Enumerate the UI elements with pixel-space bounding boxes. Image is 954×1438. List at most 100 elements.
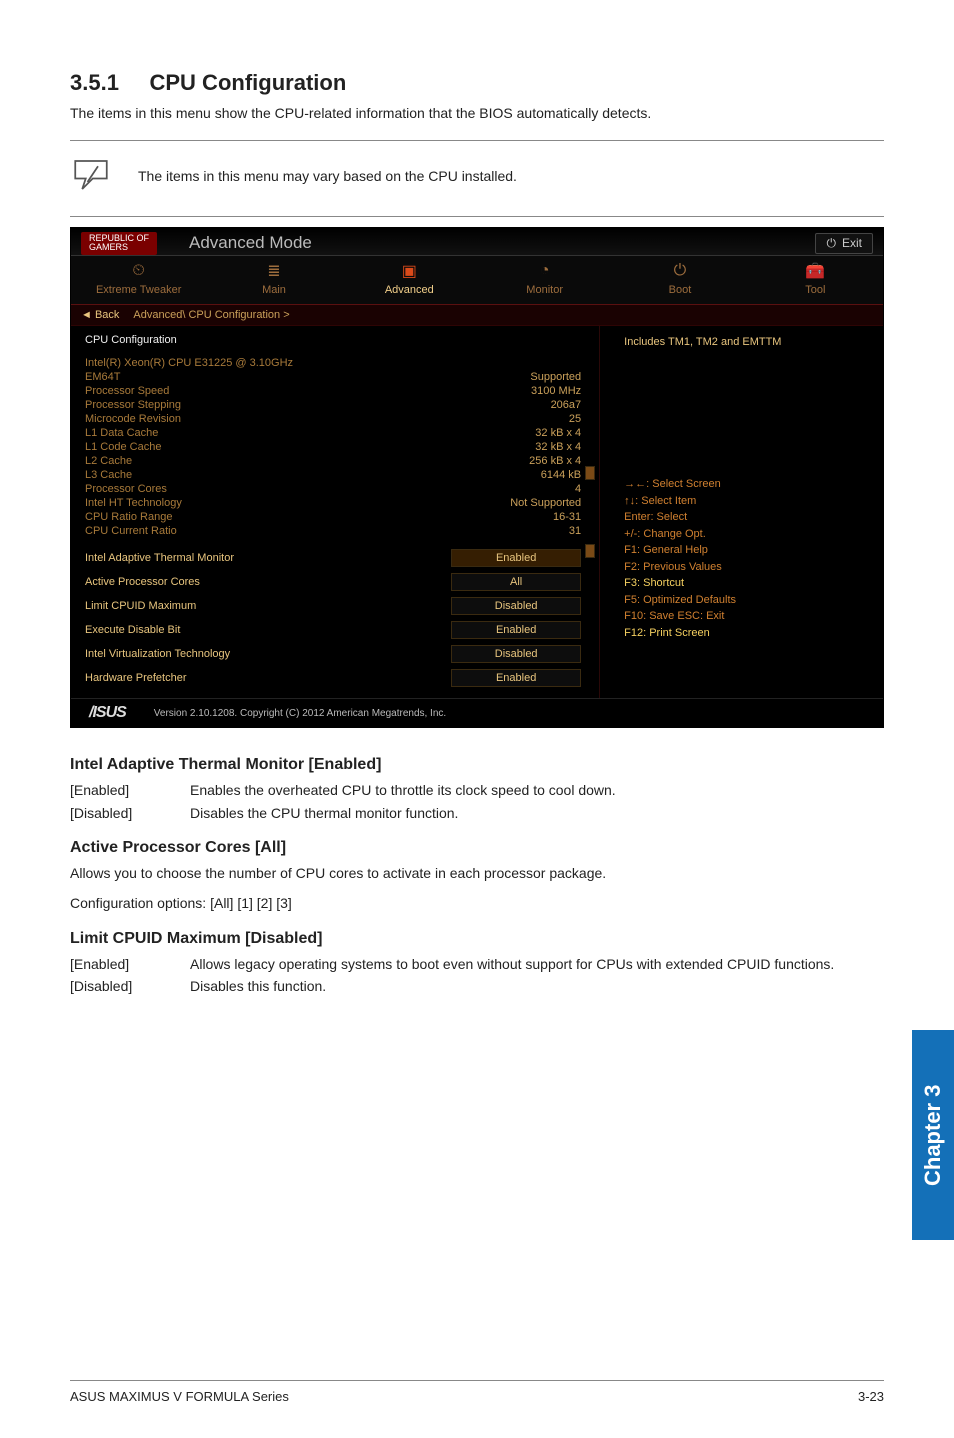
option-value[interactable]: Enabled [451, 621, 581, 639]
section-intro: The items in this menu show the CPU-rela… [70, 104, 884, 124]
info-label: L2 Cache [85, 455, 132, 467]
info-label: L3 Cache [85, 469, 132, 481]
info-value: Not Supported [510, 497, 581, 509]
key-change: +/-: Change Opt. [624, 526, 869, 543]
tab-boot[interactable]: ⏻Boot [612, 256, 747, 304]
info-value: 32 kB x 4 [535, 441, 581, 453]
option-row[interactable]: Execute Disable Bit Enabled [85, 618, 599, 642]
option-desc: Disables this function. [190, 976, 884, 996]
info-label: EM64T [85, 371, 120, 383]
key-nav: →←: Select Screen [624, 476, 869, 493]
bios-version-text: Version 2.10.1208. Copyright (C) 2012 Am… [154, 708, 446, 719]
option-label: Limit CPUID Maximum [85, 600, 196, 612]
setting-option-row: [Disabled] Disables this function. [70, 976, 884, 996]
section-title-text: CPU Configuration [150, 70, 347, 95]
option-value[interactable]: Enabled [451, 669, 581, 687]
option-key: [Enabled] [70, 954, 160, 974]
back-button[interactable]: ◄ Back [81, 309, 119, 321]
tab-label: Tool [805, 284, 825, 296]
info-row: CPU Current Ratio31 [85, 524, 599, 538]
option-key: [Disabled] [70, 976, 160, 996]
monitor-icon: ◔ [540, 262, 550, 280]
option-desc: Enables the overheated CPU to throttle i… [190, 780, 884, 800]
info-row: Intel HT Technology Not Supported [85, 496, 599, 510]
chip-icon: ▣ [402, 262, 417, 280]
info-value: 25 [569, 413, 581, 425]
info-row: L3 Cache6144 kB [85, 468, 599, 482]
exit-button[interactable]: ⏻ Exit [815, 233, 873, 254]
option-label: Hardware Prefetcher [85, 672, 187, 684]
option-label: Intel Adaptive Thermal Monitor [85, 552, 234, 564]
tab-extreme-tweaker[interactable]: ⏲Extreme Tweaker [71, 256, 206, 304]
scroll-up-icon[interactable] [585, 466, 595, 480]
tab-tool[interactable]: 🧰 Tool [748, 256, 883, 304]
option-row[interactable]: Hardware Prefetcher Enabled [85, 666, 599, 690]
info-row: Processor Stepping 206a7 [85, 398, 599, 412]
help-text: Includes TM1, TM2 and EMTTM [624, 336, 869, 348]
key-f3: F3: Shortcut [624, 575, 869, 592]
setting-heading: Active Processor Cores [All] [70, 839, 884, 857]
info-label: L1 Code Cache [85, 441, 161, 453]
setting-config-options: Configuration options: [All] [1] [2] [3] [70, 893, 884, 913]
section-number: 3.5.1 [70, 70, 119, 95]
section-heading: 3.5.1 CPU Configuration [70, 70, 884, 96]
info-value: 3100 MHz [531, 385, 581, 397]
setting-option-row: [Enabled]Enables the overheated CPU to t… [70, 780, 884, 800]
key-f10: F10: Save ESC: Exit [624, 608, 869, 625]
footer-left: ASUS MAXIMUS V FORMULA Series [70, 1389, 289, 1404]
option-row[interactable]: Intel Virtualization Technology Disabled [85, 642, 599, 666]
divider [70, 216, 884, 217]
info-label: Intel HT Technology [85, 497, 182, 509]
option-row[interactable]: Intel Adaptive Thermal Monitor Enabled [85, 546, 599, 570]
setting-option-row: [Enabled]Allows legacy operating systems… [70, 954, 884, 974]
list-icon: ≣ [267, 262, 280, 280]
tool-icon: 🧰 [805, 262, 825, 280]
option-row[interactable]: Active Processor CoresAll [85, 570, 599, 594]
note-row: The items in this menu may vary based on… [70, 151, 884, 206]
bios-nav: ⏲Extreme Tweaker ≣Main ▣ Advanced ◔Monito… [71, 255, 883, 305]
rog-badge: REPUBLIC OF GAMERS [81, 232, 157, 256]
setting-desc: Allows you to choose the number of CPU c… [70, 863, 884, 883]
option-row[interactable]: Limit CPUID Maximum Disabled [85, 594, 599, 618]
info-row: Microcode Revision25 [85, 412, 599, 426]
info-label: Processor Cores [85, 483, 167, 495]
bios-body: CPU Configuration Intel(R) Xeon(R) CPU E… [71, 326, 883, 698]
tab-main[interactable]: ≣Main [206, 256, 341, 304]
footer-right: 3-23 [858, 1389, 884, 1404]
tab-monitor[interactable]: ◔Monitor [477, 256, 612, 304]
panel-title: CPU Configuration [85, 334, 599, 346]
info-value: 16-31 [553, 511, 581, 523]
info-label: Processor Speed [85, 385, 169, 397]
setting-heading: Limit CPUID Maximum [Disabled] [70, 930, 884, 948]
info-value: 4 [575, 483, 581, 495]
power-icon: ⏻ [674, 262, 687, 280]
option-value[interactable]: Disabled [451, 597, 581, 615]
tab-advanced[interactable]: ▣ Advanced [342, 256, 477, 304]
info-value: 206a7 [551, 399, 582, 411]
info-value: 31 [569, 525, 581, 537]
clock-icon: ⏲ [132, 262, 144, 280]
key-enter: Enter: Select [624, 509, 869, 526]
info-row: Intel(R) Xeon(R) CPU E31225 @ 3.10GHz [85, 356, 599, 370]
key-f1: F1: General Help [624, 542, 869, 559]
info-label: Processor Stepping [85, 399, 181, 411]
info-value: 256 kB x 4 [529, 455, 581, 467]
info-row: L1 Code Cache 32 kB x 4 [85, 440, 599, 454]
key-f2: F2: Previous Values [624, 559, 869, 576]
exit-label: Exit [842, 236, 862, 250]
breadcrumb: ◄ Back Advanced\ CPU Configuration > [71, 305, 883, 326]
key-f12: F12: Print Screen [624, 625, 869, 642]
option-key: [Disabled] [70, 803, 160, 823]
option-value[interactable]: All [451, 573, 581, 591]
option-value[interactable]: Enabled [451, 549, 581, 567]
scroll-down-icon[interactable] [585, 544, 595, 558]
bios-screenshot: REPUBLIC OF GAMERS Advanced Mode ⏻ Exit … [70, 227, 884, 729]
info-row: EM64TSupported [85, 370, 599, 384]
option-desc: Disables the CPU thermal monitor functio… [190, 803, 884, 823]
key-hints: →←: Select Screen ↑↓: Select Item Enter:… [624, 476, 869, 641]
tab-label: Advanced [385, 284, 434, 296]
option-label: Execute Disable Bit [85, 624, 180, 636]
setting-option-row: [Disabled] Disables the CPU thermal monit… [70, 803, 884, 823]
option-value[interactable]: Disabled [451, 645, 581, 663]
option-label: Intel Virtualization Technology [85, 648, 230, 660]
